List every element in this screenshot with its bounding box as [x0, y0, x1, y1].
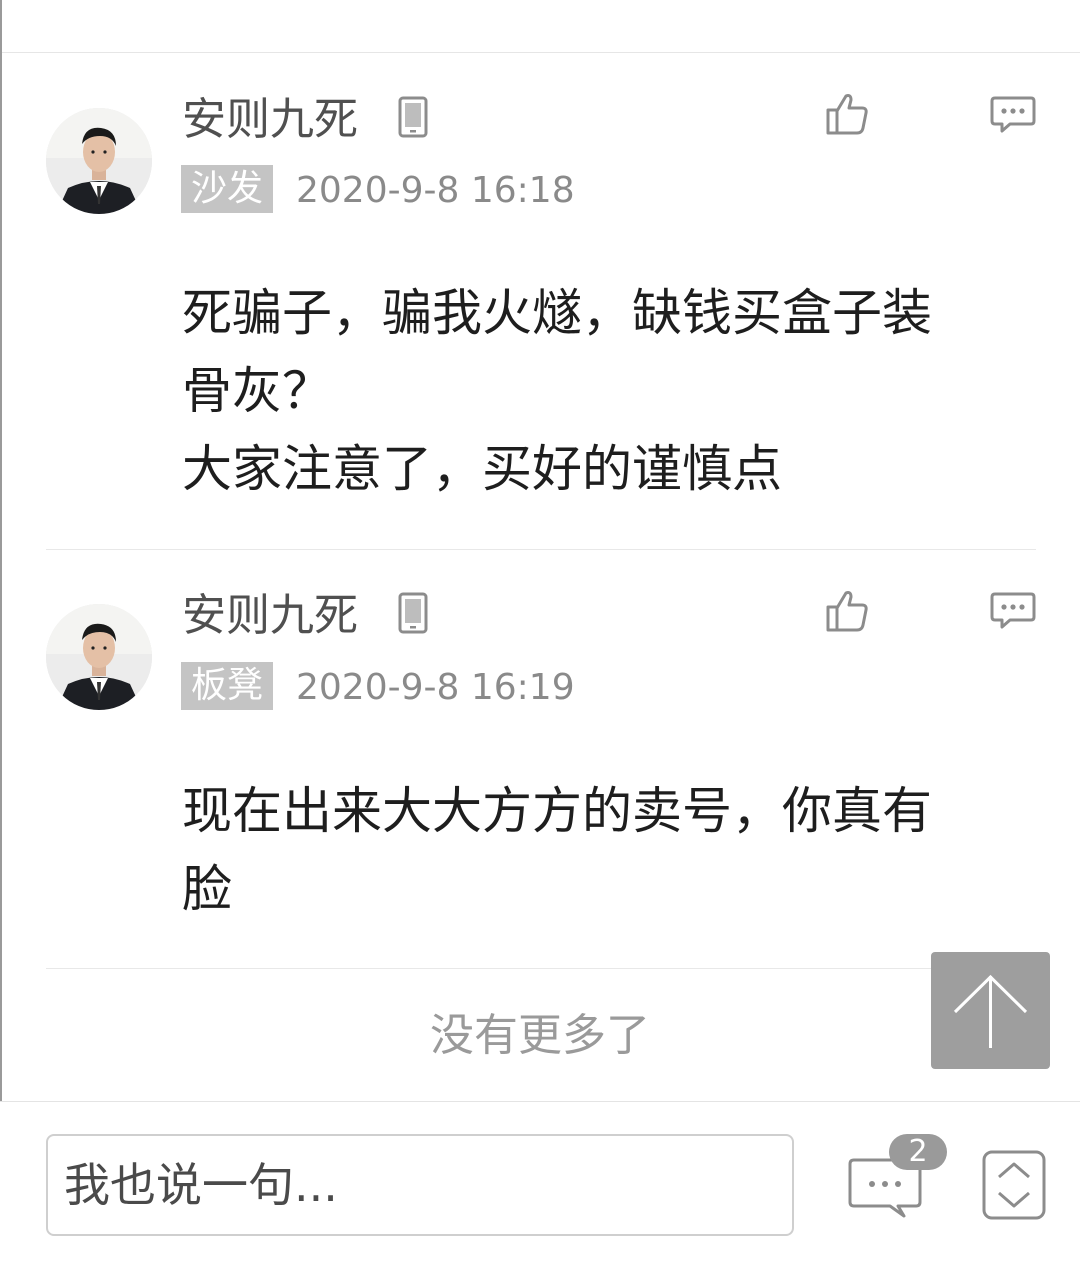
username[interactable]: 安则九死: [182, 94, 358, 146]
divider: [46, 968, 1036, 969]
phone-icon: [398, 592, 428, 634]
chevron-up-down-icon[interactable]: [982, 1150, 1046, 1220]
reply-input[interactable]: [46, 1134, 794, 1236]
comment-count-badge: 2: [889, 1134, 947, 1170]
floor-badge: 沙发: [181, 165, 274, 213]
comment-text: 死骗子，骗我火燧，缺钱买盒子装 骨灰？ 大家注意了，买好的谨慎点: [182, 284, 932, 498]
left-edge-divider: [0, 0, 2, 1269]
phone-icon: [398, 96, 428, 138]
comment-timestamp: 2020-9-8 16:18: [296, 170, 575, 211]
username[interactable]: 安则九死: [182, 590, 358, 642]
thumbs-up-icon[interactable]: [824, 589, 870, 633]
comment-bubble-icon[interactable]: [990, 591, 1036, 629]
back-to-top-button[interactable]: [931, 952, 1050, 1069]
floor-badge: 板凳: [181, 662, 274, 710]
comment-text: 现在出来大大方方的卖号，你真有 脸: [182, 782, 932, 918]
no-more-label: 没有更多了: [430, 1010, 650, 1061]
divider: [46, 549, 1036, 550]
top-bar: [0, 0, 1080, 53]
comment-timestamp: 2020-9-8 16:19: [296, 667, 575, 708]
avatar[interactable]: [46, 604, 152, 710]
thumbs-up-icon[interactable]: [824, 92, 870, 136]
comment-bubble-icon[interactable]: [990, 95, 1036, 133]
avatar[interactable]: [46, 108, 152, 214]
arrow-up-icon: [953, 974, 1028, 1048]
